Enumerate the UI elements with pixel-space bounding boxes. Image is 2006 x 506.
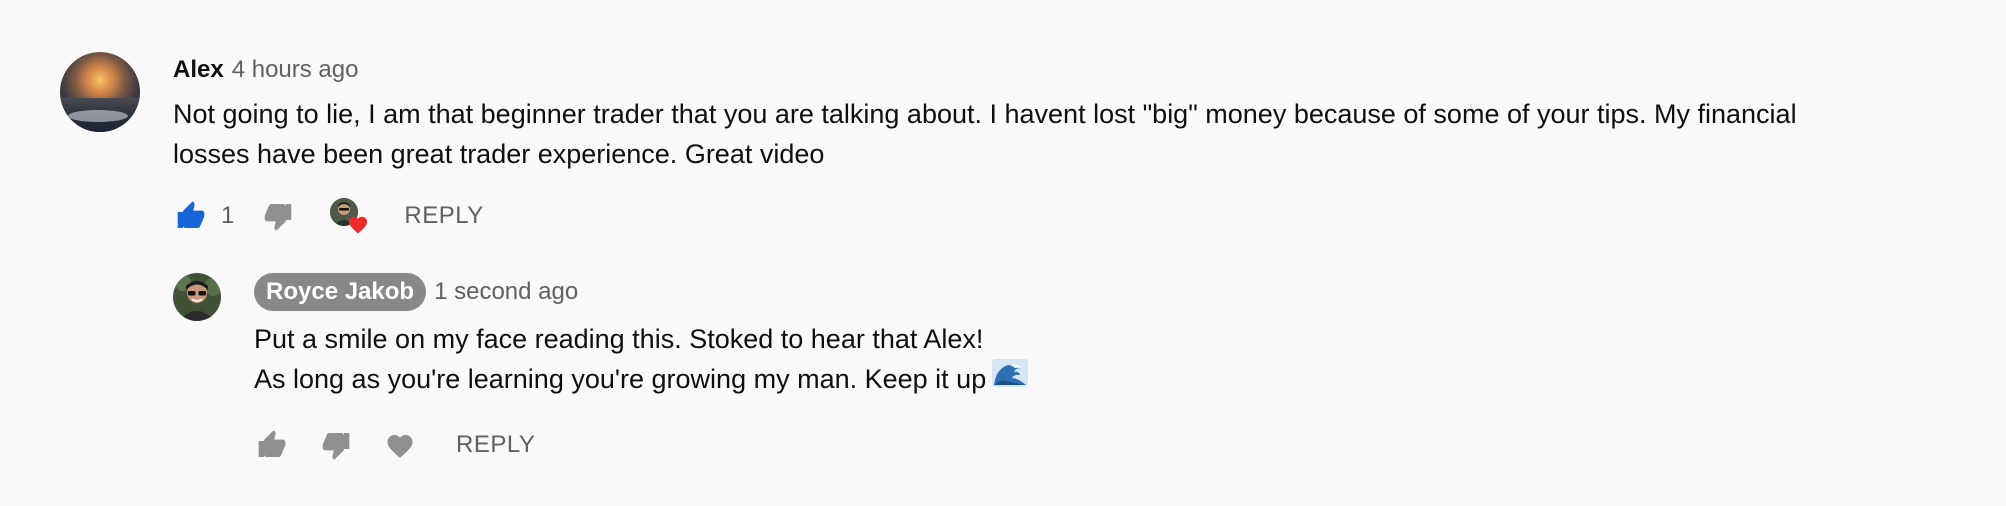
reply-reply-button[interactable]: REPLY: [456, 431, 535, 459]
thumbs-up-icon: [177, 201, 205, 228]
reply-body: Royce Jakob 1 second ago Put a smile on …: [254, 273, 1854, 467]
reply-text-line-2: As long as you're learning you're growin…: [254, 364, 987, 394]
reply-dislike-button[interactable]: [318, 427, 354, 463]
comment-text: Not going to lie, I am that beginner tra…: [173, 94, 1953, 174]
thumbs-down-icon: [265, 204, 292, 231]
hearted-badge-icon: [349, 216, 368, 234]
comment-time[interactable]: 4 hours ago: [232, 56, 359, 84]
heart-button[interactable]: [382, 427, 418, 463]
thumbs-up-icon: [258, 430, 286, 457]
reply-text: Put a smile on my face reading this. Sto…: [254, 319, 1854, 401]
comment-author[interactable]: Alex: [173, 56, 224, 84]
reply-text-line-1: Put a smile on my face reading this. Sto…: [254, 324, 984, 354]
wave-emoji-icon: [992, 358, 1029, 398]
heart-icon: [387, 434, 413, 458]
reply-actions: REPLY: [254, 423, 1854, 467]
comment-text-line-2: losses have been great trader experience…: [173, 139, 825, 169]
comment-text-line-1: Not going to lie, I am that beginner tra…: [173, 99, 1797, 129]
comment-header: Alex 4 hours ago: [173, 52, 1953, 88]
reply-text-line-2-wrap: As long as you're learning you're growin…: [254, 358, 1854, 401]
comment-actions: 1 REPLY: [173, 194, 1953, 238]
like-button[interactable]: [173, 198, 209, 234]
reply-avatar[interactable]: [173, 273, 221, 321]
reply-author-badge[interactable]: Royce Jakob: [254, 273, 427, 311]
avatar[interactable]: [60, 52, 140, 132]
creator-heart-badge[interactable]: [330, 198, 368, 234]
comment-body: Alex 4 hours ago Not going to lie, I am …: [173, 52, 1953, 238]
reply-button[interactable]: REPLY: [404, 202, 483, 230]
like-count: 1: [221, 202, 235, 229]
reply-like-button[interactable]: [254, 427, 290, 463]
avatar-wave: [68, 110, 128, 122]
reply-header: Royce Jakob 1 second ago: [254, 273, 1854, 311]
reply-time[interactable]: 1 second ago: [434, 278, 578, 306]
reply-avatar-image: [173, 273, 221, 321]
thumbs-down-icon: [322, 432, 350, 460]
dislike-button[interactable]: [260, 198, 296, 234]
